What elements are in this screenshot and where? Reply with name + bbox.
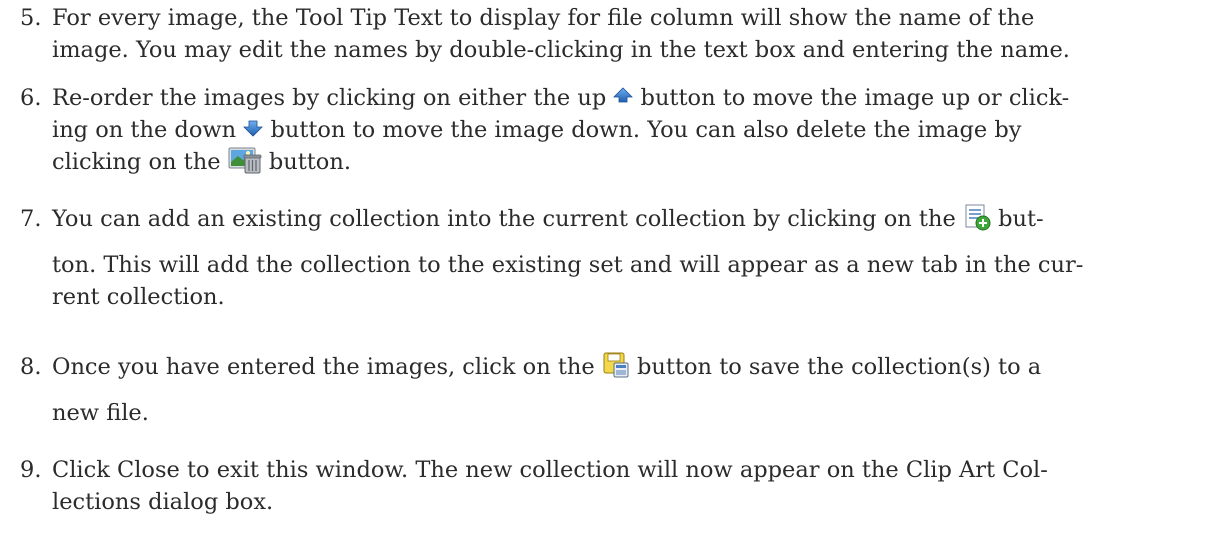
text-segment: Once you have entered the images, click … xyxy=(52,354,602,380)
text-line: rent collection. xyxy=(52,284,225,310)
text-line: lections dialog box. xyxy=(52,489,274,515)
text-line: Once you have entered the images, click … xyxy=(52,351,1215,383)
text-line: ton. This will add the collection to the… xyxy=(52,252,1084,278)
text-segment: button to move the image up or click- xyxy=(633,85,1070,111)
item-text: Re-order the images by clicking on eithe… xyxy=(52,82,1215,178)
up-arrow-icon xyxy=(613,86,634,106)
text-line: Re-order the images by clicking on eithe… xyxy=(52,82,1215,114)
text-segment: ing on the down xyxy=(52,117,244,143)
text-line: new file. xyxy=(52,400,149,426)
item-number: 7. xyxy=(20,206,42,232)
item-text: You can add an existing collection into … xyxy=(52,203,1215,313)
text-line: image. You may edit the names by double-… xyxy=(52,37,1070,63)
item-text: Once you have entered the images, click … xyxy=(52,351,1215,429)
text-segment: You can add an existing collection into … xyxy=(52,206,963,232)
down-arrow-icon xyxy=(243,118,264,138)
text-segment: but- xyxy=(990,206,1044,232)
text-segment: button. xyxy=(261,149,351,175)
text-line: Click Close to exit this window. The new… xyxy=(52,457,1048,483)
text-segment: Re-order the images by clicking on eithe… xyxy=(52,85,614,111)
item-text: Click Close to exit this window. The new… xyxy=(52,454,1215,518)
save-collection-icon xyxy=(602,351,630,379)
delete-image-icon xyxy=(228,145,262,175)
text-line: You can add an existing collection into … xyxy=(52,203,1215,235)
text-line: clicking on the button. xyxy=(52,146,1215,178)
add-collection-icon xyxy=(963,203,991,231)
item-number: 9. xyxy=(20,457,42,483)
instruction-list: 5. For every image, the Tool Tip Text to… xyxy=(0,0,1218,533)
text-segment: button to move the image down. You can a… xyxy=(263,117,1022,143)
text-line: ing on the down button to move the image… xyxy=(52,114,1215,146)
item-number: 6. xyxy=(20,85,42,111)
text-line: For every image, the Tool Tip Text to di… xyxy=(52,5,1035,31)
item-number: 8. xyxy=(20,354,42,380)
text-segment: button to save the collection(s) to a xyxy=(629,354,1042,380)
item-text: For every image, the Tool Tip Text to di… xyxy=(52,2,1215,66)
text-segment: clicking on the xyxy=(52,149,228,175)
item-number: 5. xyxy=(20,5,42,31)
